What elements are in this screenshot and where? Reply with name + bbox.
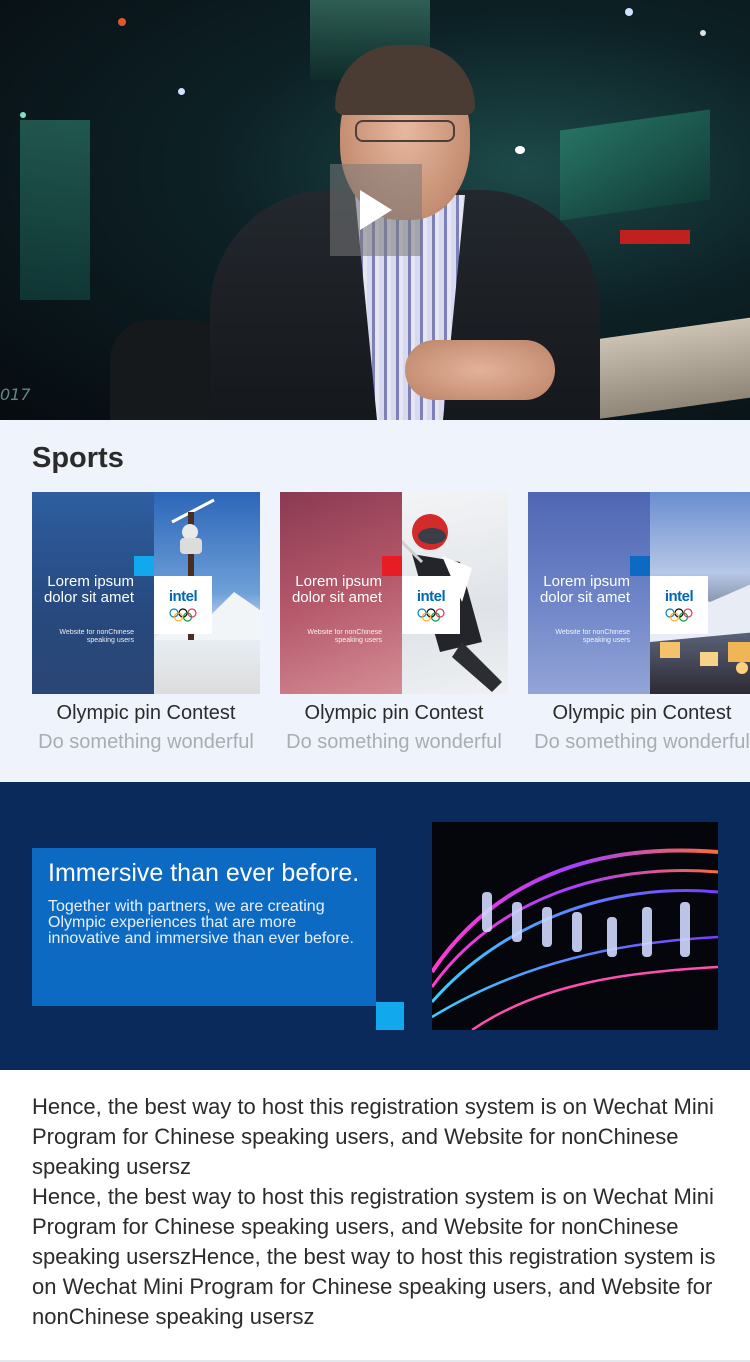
background-light	[178, 88, 185, 95]
card-overlay-subtext: Website for nonChinese speaking users	[307, 629, 382, 644]
card-subtitle: Do something wonderful	[38, 731, 254, 753]
paragraph: Hence, the best way to host this registr…	[32, 1184, 716, 1329]
immersive-textbox: Immersive than ever before. Together wit…	[32, 848, 376, 1006]
background-light	[620, 230, 690, 244]
background-screen	[20, 120, 90, 300]
hero-video[interactable]: 017	[0, 0, 750, 420]
background-light	[625, 8, 633, 16]
olympic-rings-icon	[417, 608, 445, 622]
card-image: Lorem ipsum dolor sit amet Website for n…	[32, 492, 260, 694]
background-light	[700, 30, 706, 36]
immersive-section: Immersive than ever before. Together wit…	[0, 782, 750, 1070]
light-skaters-photo	[432, 822, 718, 1030]
background-light	[20, 112, 26, 118]
card-overlay-text: Lorem ipsum dolor sit amet	[43, 573, 134, 606]
card-overlay-subtext: Website for nonChinese speaking users	[59, 629, 134, 644]
intel-olympic-logo: intel	[650, 576, 708, 634]
intel-logo-text: intel	[168, 588, 198, 605]
sports-section: Sports Lorem ipsum dolor sit amet Websit	[0, 420, 750, 782]
hero-caption: 017	[0, 385, 31, 404]
accent-square	[376, 1002, 404, 1030]
accent-square	[382, 556, 402, 576]
card-image: Lorem ipsum dolor sit amet Website for n…	[528, 492, 750, 694]
olympic-rings-icon	[169, 608, 197, 622]
accent-square	[134, 556, 154, 576]
intel-logo-text: intel	[664, 588, 694, 605]
intel-olympic-logo: intel	[402, 576, 460, 634]
card-overlay-text: Lorem ipsum dolor sit amet	[539, 573, 630, 606]
description-text: Hence, the best way to host this registr…	[32, 1092, 722, 1332]
card-title: Olympic pin Contest	[552, 702, 732, 724]
immersive-body: Together with partners, we are creating …	[48, 898, 354, 947]
play-icon	[360, 190, 392, 230]
accent-square	[630, 556, 650, 576]
intel-olympic-logo: intel	[154, 576, 212, 634]
sport-card[interactable]: Lorem ipsum dolor sit amet Website for n…	[32, 492, 260, 754]
card-overlay-subtext: Website for nonChinese speaking users	[555, 629, 630, 644]
immersive-title: Immersive than ever before.	[48, 859, 360, 887]
sport-card[interactable]: Lorem ipsum dolor sit amet Website for n…	[280, 492, 508, 754]
olympic-rings-icon	[665, 608, 693, 622]
play-button[interactable]	[330, 164, 422, 256]
card-subtitle: Do something wonderful	[534, 731, 750, 753]
card-overlay-text: Lorem ipsum dolor sit amet	[291, 573, 382, 606]
background-light	[118, 18, 126, 26]
paragraph: Hence, the best way to host this registr…	[32, 1094, 714, 1179]
section-title: Sports	[32, 442, 124, 474]
card-subtitle: Do something wonderful	[286, 731, 502, 753]
card-carousel[interactable]: Lorem ipsum dolor sit amet Website for n…	[32, 492, 750, 754]
intel-logo-text: intel	[416, 588, 446, 605]
card-title: Olympic pin Contest	[304, 702, 484, 724]
sport-card[interactable]: Lorem ipsum dolor sit amet Website for n…	[528, 492, 750, 754]
card-image: Lorem ipsum dolor sit amet Website for n…	[280, 492, 508, 694]
card-title: Olympic pin Contest	[56, 702, 236, 724]
